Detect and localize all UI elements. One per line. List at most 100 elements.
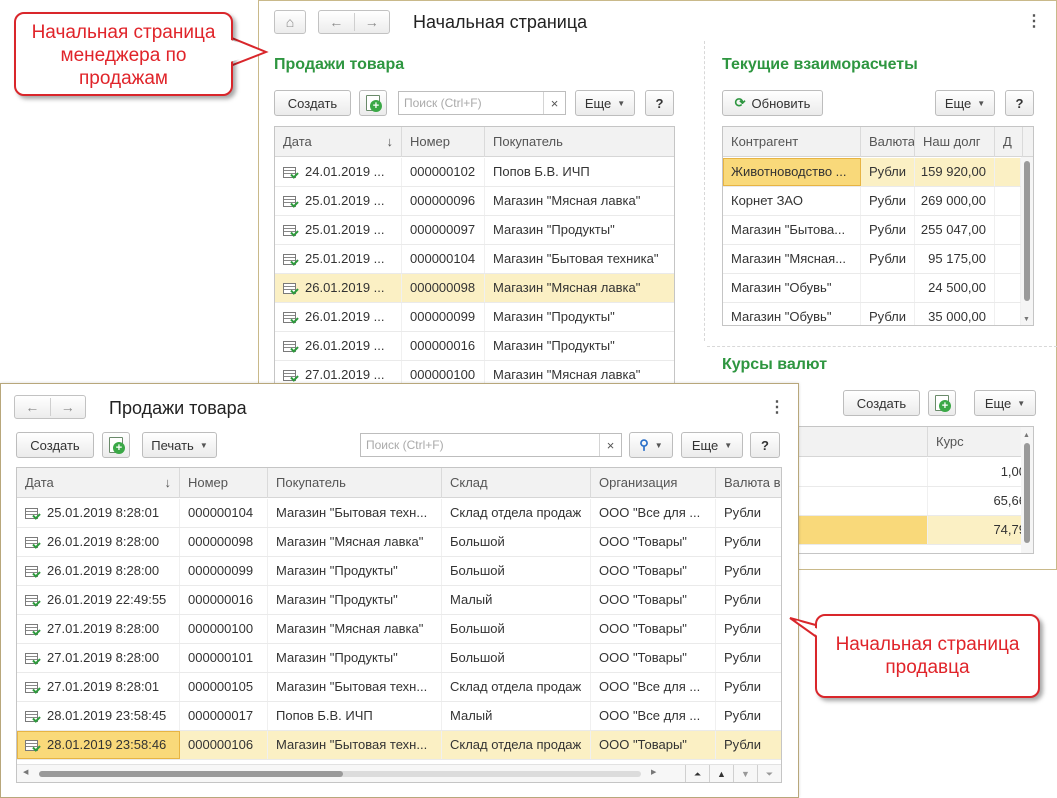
scrollbar-thumb[interactable] bbox=[1024, 443, 1030, 543]
more-menu-icon[interactable]: ⋮ bbox=[1026, 14, 1042, 30]
scroll-left-icon[interactable]: ◀ bbox=[23, 768, 28, 776]
table-row[interactable]: 26.01.2019 ... 000000016 Магазин "Продукты… bbox=[275, 332, 674, 361]
cell-number: 000000104 bbox=[402, 245, 485, 273]
create-button[interactable]: Создать bbox=[274, 90, 351, 116]
column-header-buyer[interactable]: Покупатель bbox=[268, 468, 442, 498]
more-button[interactable]: Еще ▼ bbox=[681, 432, 743, 458]
document-posted-icon bbox=[25, 681, 39, 693]
table-row[interactable]: 28.01.2019 23:58:46 000000106 Магазин "Быт… bbox=[17, 731, 781, 760]
cell-number: 000000098 bbox=[402, 274, 485, 302]
table-row[interactable]: 26.01.2019 ... 000000099 Магазин "Продукты… bbox=[275, 303, 674, 332]
table-row[interactable]: Магазин "Обувь" 24 500,00 bbox=[723, 274, 1021, 303]
cell-buyer: Магазин "Продукты" bbox=[485, 332, 674, 360]
scrollbar-thumb[interactable] bbox=[39, 771, 343, 777]
vertical-scrollbar[interactable]: ▼ bbox=[1021, 157, 1033, 325]
vertical-scrollbar[interactable]: ▲ bbox=[1021, 427, 1033, 553]
search-input[interactable] bbox=[361, 434, 599, 456]
search-input[interactable] bbox=[399, 92, 543, 114]
table-row[interactable]: 25.01.2019 ... 000000096 Магазин "Мясная л… bbox=[275, 187, 674, 216]
prev-row-icon[interactable]: ▲ bbox=[709, 765, 733, 782]
back-arrow-icon[interactable]: ← bbox=[15, 399, 50, 415]
back-arrow-icon[interactable]: ← bbox=[319, 14, 354, 30]
cell-currency: Рубли bbox=[861, 158, 915, 186]
cell-buyer: Магазин "Бытовая техника" bbox=[485, 245, 674, 273]
column-header-counterparty[interactable]: Контрагент bbox=[723, 127, 861, 157]
cell-date-text: 25.01.2019 ... bbox=[305, 222, 385, 237]
column-header-buyer[interactable]: Покупатель bbox=[485, 127, 674, 157]
help-button[interactable]: ? bbox=[1005, 90, 1034, 116]
settlements-table[interactable]: Контрагент Валюта Наш долг Д Животноводс… bbox=[722, 126, 1034, 326]
table-row[interactable]: 26.01.2019 22:49:55 000000016 Магазин "Про… bbox=[17, 586, 781, 615]
cell-buyer: Магазин "Продукты" bbox=[268, 644, 442, 672]
window-title: Продажи товара bbox=[109, 398, 247, 418]
refresh-button[interactable]: ⟳ Обновить bbox=[722, 90, 823, 116]
add-copy-button[interactable] bbox=[102, 432, 130, 458]
table-row[interactable]: 27.01.2019 8:28:00 000000101 Магазин "Прод… bbox=[17, 644, 781, 673]
search-button[interactable]: ⚲ ▼ bbox=[629, 432, 673, 458]
table-row[interactable]: 26.01.2019 ... 000000098 Магазин "Мясная л… bbox=[275, 274, 674, 303]
table-row[interactable]: 26.01.2019 8:28:00 000000098 Магазин "Мясн… bbox=[17, 528, 781, 557]
column-header-currency[interactable]: Валюта bbox=[861, 127, 915, 157]
cell-debt: 159 920,00 bbox=[915, 158, 995, 186]
document-posted-icon bbox=[283, 166, 297, 178]
help-button[interactable]: ? bbox=[645, 90, 674, 116]
manager-callout: Начальная страница менеджера по продажам bbox=[14, 12, 233, 96]
table-row[interactable]: Магазин "Бытова... Рубли 255 047,00 bbox=[723, 216, 1021, 245]
table-row[interactable]: Магазин "Обувь" Рубли 35 000,00 bbox=[723, 303, 1021, 325]
table-row[interactable]: Животноводство ... Рубли 159 920,00 bbox=[723, 158, 1021, 187]
more-button[interactable]: Еще ▼ bbox=[974, 390, 1036, 416]
table-row[interactable]: 28.01.2019 23:58:45 000000017 Попов Б.В. И… bbox=[17, 702, 781, 731]
cell-date-text: 27.01.2019 8:28:00 bbox=[47, 621, 160, 636]
column-header-date[interactable]: Дата ↓ bbox=[17, 468, 180, 498]
column-header-number[interactable]: Номер bbox=[180, 468, 268, 498]
scrollbar-thumb[interactable] bbox=[1024, 161, 1030, 301]
table-row[interactable]: Магазин "Мясная... Рубли 95 175,00 bbox=[723, 245, 1021, 274]
column-header-number[interactable]: Номер bbox=[402, 127, 485, 157]
last-row-icon[interactable]: ⏷ bbox=[757, 765, 781, 782]
table-row[interactable]: 26.01.2019 8:28:00 000000099 Магазин "Прод… bbox=[17, 557, 781, 586]
cell-currency bbox=[861, 274, 915, 302]
table-row[interactable]: 25.01.2019 8:28:01 000000104 Магазин "Быто… bbox=[17, 499, 781, 528]
column-header-d[interactable]: Д bbox=[995, 127, 1023, 157]
horizontal-scrollbar[interactable] bbox=[39, 771, 641, 777]
cell-currency: Рубли bbox=[716, 644, 781, 672]
cell-warehouse: Большой bbox=[442, 644, 591, 672]
more-menu-icon[interactable]: ⋮ bbox=[769, 400, 785, 416]
column-header-rate[interactable]: Курс bbox=[928, 427, 1033, 457]
clear-search-icon[interactable]: × bbox=[543, 92, 565, 114]
sales-table[interactable]: Дата ↓ Номер Покупатель Склад Организация… bbox=[16, 467, 782, 783]
column-header-warehouse[interactable]: Склад bbox=[442, 468, 591, 498]
clear-search-icon[interactable]: × bbox=[599, 434, 621, 456]
next-row-icon[interactable]: ▼ bbox=[733, 765, 757, 782]
table-row[interactable]: 27.01.2019 8:28:01 000000105 Магазин "Быто… bbox=[17, 673, 781, 702]
search-field[interactable]: × bbox=[360, 433, 622, 457]
table-row[interactable]: Корнет ЗАО Рубли 269 000,00 bbox=[723, 187, 1021, 216]
table-row[interactable]: 25.01.2019 ... 000000097 Магазин "Продукты… bbox=[275, 216, 674, 245]
table-row[interactable]: 27.01.2019 8:28:00 000000100 Магазин "Мясн… bbox=[17, 615, 781, 644]
column-header-currency[interactable]: Валюта в bbox=[716, 468, 781, 498]
column-header-organization[interactable]: Организация bbox=[591, 468, 716, 498]
create-button[interactable]: Создать bbox=[843, 390, 920, 416]
forward-arrow-icon[interactable]: → bbox=[354, 14, 389, 30]
sales-table[interactable]: Дата ↓ Номер Покупатель 24.01.2019 ... 000… bbox=[274, 126, 675, 388]
forward-arrow-icon[interactable]: → bbox=[50, 399, 85, 415]
cell-date-text: 27.01.2019 8:28:01 bbox=[47, 679, 160, 694]
more-button[interactable]: Еще ▼ bbox=[935, 90, 995, 116]
scroll-down-icon[interactable]: ▼ bbox=[1023, 316, 1030, 323]
help-button[interactable]: ? bbox=[750, 432, 780, 458]
search-field[interactable]: × bbox=[398, 91, 566, 115]
table-row[interactable]: 24.01.2019 ... 000000102 Попов Б.В. ИЧП bbox=[275, 158, 674, 187]
column-header-debt[interactable]: Наш долг bbox=[915, 127, 995, 157]
print-button[interactable]: Печать ▼ bbox=[142, 432, 217, 458]
more-button[interactable]: Еще ▼ bbox=[575, 90, 635, 116]
add-copy-button[interactable] bbox=[359, 90, 387, 116]
add-copy-button[interactable] bbox=[928, 390, 956, 416]
create-button[interactable]: Создать bbox=[16, 432, 94, 458]
table-row[interactable]: 25.01.2019 ... 000000104 Магазин "Бытовая … bbox=[275, 245, 674, 274]
cell-date-text: 25.01.2019 ... bbox=[305, 193, 385, 208]
scroll-right-icon[interactable]: ▶ bbox=[651, 768, 656, 776]
column-header-date[interactable]: Дата ↓ bbox=[275, 127, 402, 157]
scroll-up-icon[interactable]: ▲ bbox=[1023, 432, 1030, 439]
home-button[interactable]: ⌂ bbox=[274, 10, 306, 34]
first-row-icon[interactable]: ⏶ bbox=[685, 765, 709, 782]
